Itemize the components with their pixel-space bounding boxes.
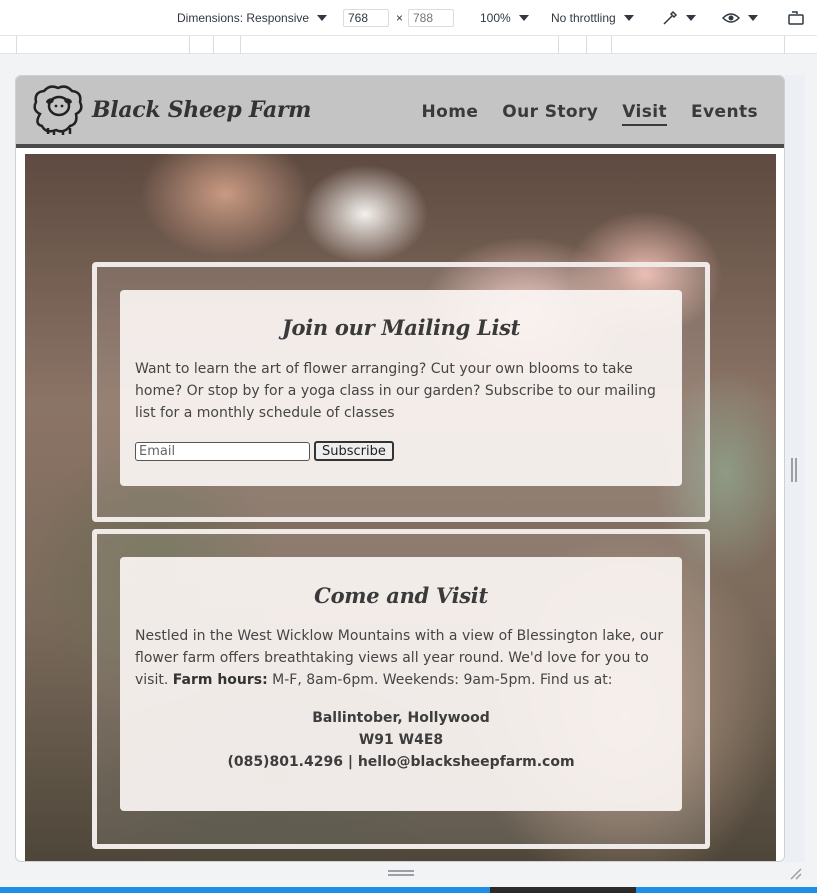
height-input[interactable]	[408, 9, 454, 27]
nav-our-story[interactable]: Our Story	[502, 102, 598, 126]
width-input[interactable]	[343, 9, 389, 27]
throttling-dropdown[interactable]: No throttling	[551, 9, 634, 27]
visit-intro: Nestled in the West Wicklow Mountains wi…	[135, 625, 667, 691]
nav-visit[interactable]: Visit	[622, 102, 668, 126]
subscribe-button[interactable]: Subscribe	[314, 441, 394, 461]
mailing-list-text: Want to learn the art of flower arrangin…	[135, 361, 656, 421]
rotate-device-button[interactable]	[787, 9, 805, 27]
mailing-list-card: Join our Mailing List Want to learn the …	[120, 290, 682, 486]
email-input[interactable]	[135, 441, 310, 461]
taskbar-segment	[490, 887, 636, 893]
eye-icon	[722, 13, 740, 23]
mailing-list-frame: Join our Mailing List Want to learn the …	[92, 262, 710, 522]
dimensions-label: Dimensions: Responsive	[177, 11, 310, 25]
caret-down-icon	[623, 15, 634, 21]
media-query-ruler	[0, 36, 817, 54]
zoom-label: 100%	[480, 11, 511, 25]
resize-grip-icon[interactable]	[791, 458, 797, 482]
subscribe-form: Subscribe	[135, 441, 667, 461]
site-name: Black Sheep Farm	[92, 97, 312, 123]
ruler-tick	[189, 36, 190, 54]
ruler-tick	[16, 36, 17, 54]
ruler-tick	[240, 36, 241, 54]
address-block: Ballintober, Hollywood W91 W4E8 (085)801…	[135, 707, 667, 773]
zoom-dropdown[interactable]: 100%	[480, 9, 529, 27]
caret-down-icon	[686, 15, 696, 21]
color-picker-button[interactable]	[662, 9, 696, 27]
visit-title: Come and Visit	[314, 583, 488, 608]
visit-frame: Come and Visit Nestled in the West Wickl…	[92, 529, 710, 849]
color-picker-icon	[663, 10, 678, 25]
main-nav: Home Our Story Visit Events	[422, 102, 759, 126]
address-line-1: Ballintober, Hollywood	[312, 710, 490, 726]
caret-down-icon	[317, 15, 328, 21]
site-header: Black Sheep Farm Home Our Story Visit Ev…	[16, 76, 784, 148]
corner-resize-icon[interactable]	[788, 866, 802, 880]
ruler-tick	[213, 36, 214, 54]
vision-deficiency-button[interactable]	[722, 9, 758, 27]
ruler-tick	[586, 36, 587, 54]
caret-down-icon	[518, 15, 529, 21]
ruler-tick	[784, 36, 785, 54]
taskbar	[0, 887, 817, 893]
times-separator: ×	[396, 11, 404, 25]
farm-hours-text: M-F, 8am-6pm. Weekends: 9am-5pm. Find us…	[272, 672, 613, 688]
visit-card: Come and Visit Nestled in the West Wickl…	[120, 557, 682, 811]
emulated-page: Black Sheep Farm Home Our Story Visit Ev…	[15, 75, 785, 862]
nav-events[interactable]: Events	[691, 102, 758, 126]
farm-hours-label: Farm hours:	[172, 672, 268, 688]
bottom-resize-handle[interactable]	[388, 870, 414, 876]
sheep-logo-icon	[33, 85, 83, 135]
dimensions-dropdown[interactable]: Dimensions: Responsive	[177, 9, 328, 27]
contact-line[interactable]: (085)801.4296 | hello@blacksheepfarm.com	[135, 751, 667, 773]
address-line-2: W91 W4E8	[358, 732, 444, 748]
mailing-list-title: Join our Mailing List	[281, 315, 521, 340]
caret-down-icon	[748, 15, 758, 21]
site-logo[interactable]: Black Sheep Farm	[30, 84, 311, 136]
device-rotate-icon	[788, 11, 804, 25]
devtools-device-toolbar: Dimensions: Responsive × 100% No throttl…	[0, 0, 817, 36]
nav-home[interactable]: Home	[422, 102, 479, 126]
throttling-label: No throttling	[551, 11, 616, 25]
ruler-tick	[611, 36, 612, 54]
hero-flower-background: Join our Mailing List Want to learn the …	[25, 154, 776, 861]
ruler-tick	[558, 36, 559, 54]
